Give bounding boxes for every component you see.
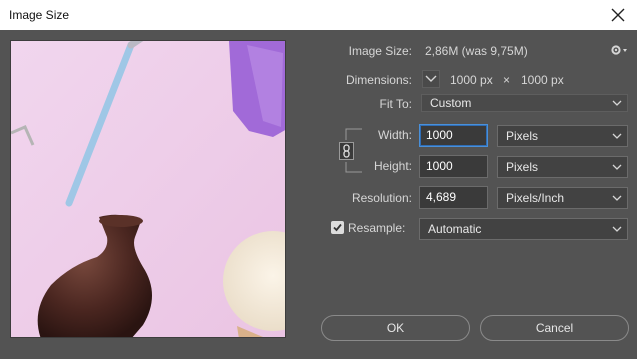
checkmark-icon [333, 223, 342, 232]
window-title: Image Size [9, 8, 70, 22]
chevron-down-icon [612, 100, 622, 106]
image-size-dialog: Image Size: 2,86M (was 9,75M) Dimensions… [0, 30, 637, 359]
dimensions-unit-toggle[interactable] [422, 70, 440, 88]
width-unit-value: Pixels [506, 129, 539, 143]
width-unit-select[interactable]: Pixels [497, 125, 628, 147]
gear-icon[interactable] [610, 43, 628, 60]
fit-to-label: Fit To: [379, 97, 412, 111]
fit-to-value: Custom [430, 96, 472, 110]
width-input[interactable]: 1000 [419, 124, 488, 147]
height-label: Height: [373, 159, 412, 173]
chevron-down-icon [612, 226, 622, 232]
height-unit-value: Pixels [506, 160, 539, 174]
chevron-down-icon [612, 195, 622, 201]
chevron-down-icon [612, 133, 622, 139]
height-input[interactable]: 1000 [419, 155, 488, 178]
cancel-button[interactable]: Cancel [480, 315, 629, 341]
resolution-input[interactable]: 4,689 [419, 186, 488, 209]
dimensions-label: Dimensions: [345, 73, 412, 87]
resolution-unit-select[interactable]: Pixels/Inch [497, 187, 628, 209]
dimensions-width: 1000 px [450, 73, 493, 87]
title-bar: Image Size [0, 0, 637, 30]
fit-to-select[interactable]: Custom [421, 94, 628, 112]
dimensions-times: × [503, 73, 511, 87]
resample-checkbox[interactable] [331, 221, 344, 234]
height-unit-select[interactable]: Pixels [497, 156, 628, 178]
resolution-unit-value: Pixels/Inch [506, 191, 565, 205]
chevron-down-icon [425, 75, 437, 82]
width-label: Width: [377, 128, 412, 142]
close-icon[interactable] [607, 4, 629, 26]
image-size-label: Image Size: [348, 44, 412, 58]
image-size-value: 2,86M (was 9,75M) [425, 44, 528, 58]
resample-value: Automatic [428, 222, 482, 236]
resample-select[interactable]: Automatic [419, 218, 628, 240]
chevron-down-icon [612, 164, 622, 170]
resample-label: Resample: [348, 221, 406, 235]
dimensions-height: 1000 px [521, 73, 564, 87]
link-chain-icon[interactable] [339, 142, 354, 160]
ok-button[interactable]: OK [321, 315, 470, 341]
resolution-label: Resolution: [351, 191, 412, 205]
image-preview[interactable] [10, 40, 286, 338]
